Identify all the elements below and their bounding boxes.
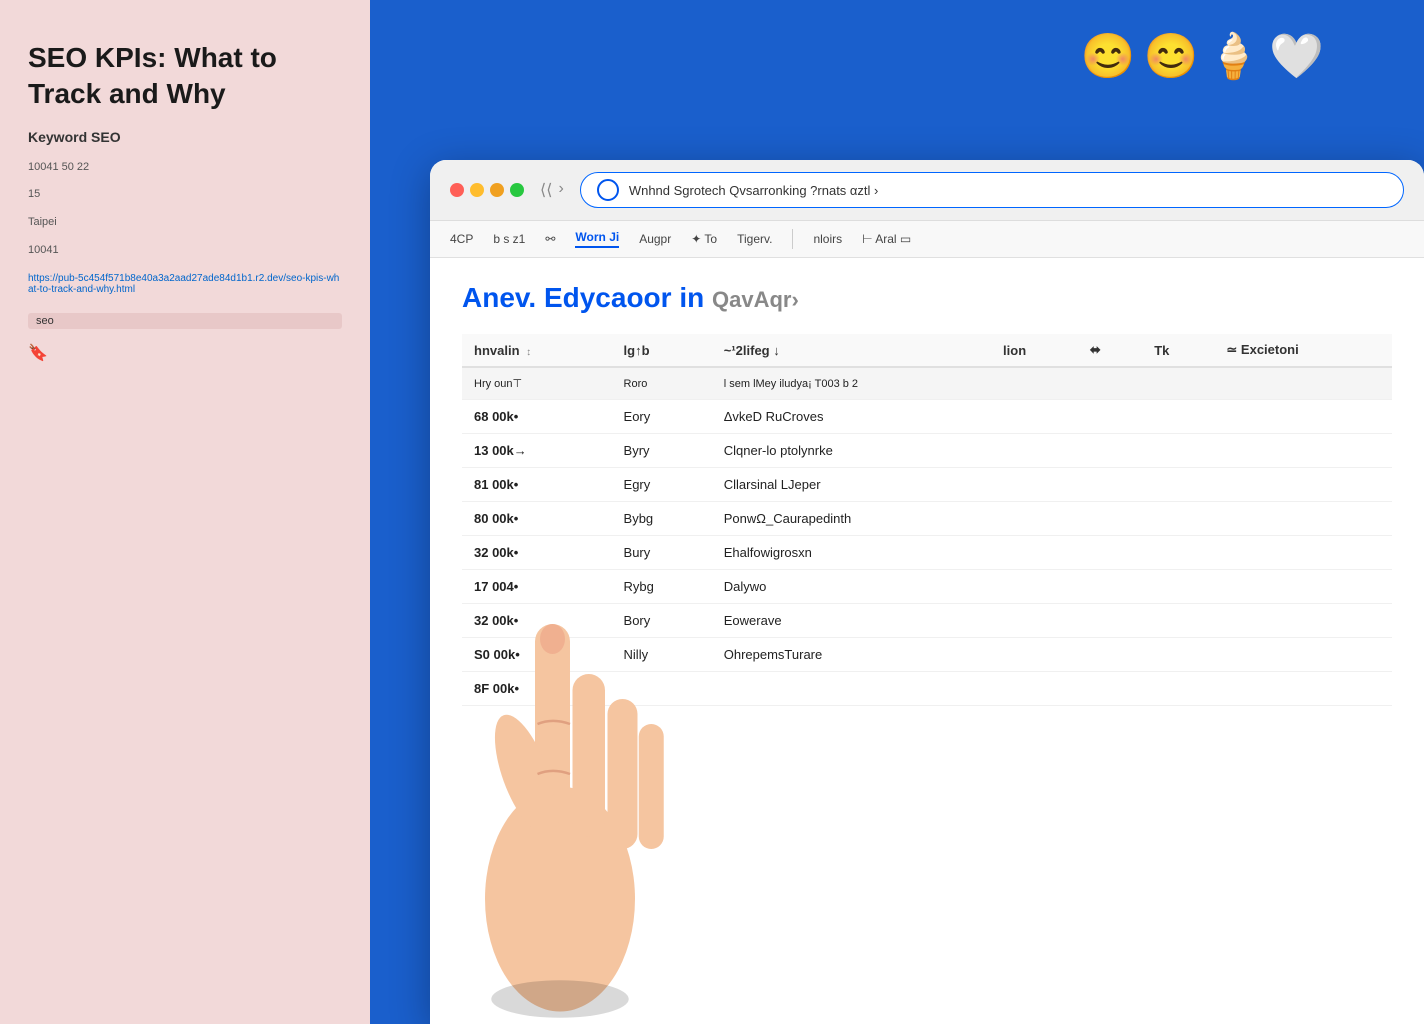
traffic-light-minimize[interactable] — [470, 183, 484, 197]
address-circle-icon — [597, 179, 619, 201]
back-icon[interactable]: ⟨⟨ — [540, 180, 552, 200]
table-row: S0 00k• Nilly OhrepemsTurare — [462, 638, 1392, 672]
table-row: 32 00k• Bory Eowerave — [462, 604, 1392, 638]
sidebar: SEO KPIs: What to Track and Why Keyword … — [0, 0, 370, 1024]
sidebar-subtitle: Keyword SEO — [28, 129, 342, 145]
top-icons: 😊 😊 🍦 🤍 — [1081, 30, 1324, 82]
browser-toolbar: 4CP b s z1 ⚯ Worn Ji Augpr ✦ To Tigerv. … — [430, 221, 1424, 258]
sidebar-meta-line1: 10041 50 22 — [28, 159, 342, 177]
data-table: hnvalin ↕ lg↑b ~¹2lifeg ↓ lion ⬌ Tk ≃ Ex… — [462, 334, 1392, 706]
cell-vol-4: 32 00k• — [462, 536, 612, 570]
toolbar-item-1[interactable]: b s z1 — [493, 232, 525, 246]
sidebar-bookmark-icon: 🔖 — [28, 343, 342, 363]
sidebar-tag: seo — [28, 313, 342, 329]
toolbar-item-augpr[interactable]: Augpr — [639, 232, 671, 246]
col-header-4: ⬌ — [1078, 334, 1142, 367]
table-row: 68 00k• Eory ΔvkeD RuCroves — [462, 400, 1392, 434]
emoji-face-4: 🤍 — [1269, 30, 1324, 82]
traffic-light-close[interactable] — [450, 183, 464, 197]
cell-name-2: Cllarsinal LJeper — [712, 468, 991, 502]
sidebar-meta-line4: 10041 — [28, 242, 342, 260]
toolbar-item-tiger[interactable]: Tigerv. — [737, 232, 772, 246]
cell-type-1: Byry — [612, 434, 712, 468]
cell-type-2: Egry — [612, 468, 712, 502]
col-header-3[interactable]: lion — [991, 334, 1078, 367]
subheader-col2: Roro — [612, 367, 712, 400]
browser-content: Anev. Edycaoor in QavAqr› hnvalin ↕ lg↑b… — [430, 258, 1424, 730]
col-header-2[interactable]: ~¹2lifeg ↓ — [712, 334, 991, 367]
cell-name-1: Clqner-lo ptolynrke — [712, 434, 991, 468]
table-header-row: hnvalin ↕ lg↑b ~¹2lifeg ↓ lion ⬌ Tk ≃ Ex… — [462, 334, 1392, 367]
cell-type-5: Rybg — [612, 570, 712, 604]
title-part1: Anev. — [462, 282, 544, 313]
subheader-col1: Hry oun⊤ — [462, 367, 612, 400]
table-row: 17 004• Rybg Dalywo — [462, 570, 1392, 604]
cell-name-7: OhrepemsTurare — [712, 638, 991, 672]
table-row: 13 00k→ Byry Clqner-lo ptolynrke — [462, 434, 1392, 468]
nav-arrows: ⟨⟨ › — [540, 180, 564, 200]
cell-vol-5: 17 004• — [462, 570, 612, 604]
sidebar-title: SEO KPIs: What to Track and Why — [28, 40, 342, 113]
cell-vol-8: 8F 00k• — [462, 672, 612, 706]
title-part3: in — [679, 282, 712, 313]
col-header-5: Tk — [1142, 334, 1214, 367]
col-header-0[interactable]: hnvalin ↕ — [462, 334, 612, 367]
toolbar-item-aral[interactable]: ⊢ Aral ▭ — [862, 232, 911, 246]
traffic-light-fullscreen[interactable] — [490, 183, 504, 197]
title-part2: Edycaoor — [544, 282, 679, 313]
browser-chrome: ⟨⟨ › Wnhnd Sgrotech Qvsarronking ?rnats … — [430, 160, 1424, 221]
cell-type-3: Bybg — [612, 502, 712, 536]
table-subheader-row: Hry oun⊤ Roro l sem lMey iludya¡ T003 b … — [462, 367, 1392, 400]
cell-name-8 — [712, 672, 991, 706]
cell-type-8 — [612, 672, 712, 706]
toolbar-separator — [792, 229, 793, 249]
toolbar-item-ta[interactable]: ✦ To — [691, 232, 717, 246]
col-header-6: ≃ Excietoni — [1214, 334, 1392, 367]
toolbar-item-nloirs[interactable]: nloirs — [813, 232, 842, 246]
cell-type-6: Bory — [612, 604, 712, 638]
address-text: Wnhnd Sgrotech Qvsarronking ?rnats αztl … — [629, 183, 879, 198]
sidebar-url[interactable]: https://pub-5c454f571b8e40a3a2aad27ade84… — [28, 273, 342, 295]
emoji-face-3: 🍦 — [1206, 30, 1261, 82]
cell-name-0: ΔvkeD RuCroves — [712, 400, 991, 434]
toolbar-item-2[interactable]: ⚯ — [545, 232, 555, 246]
title-part4: QavAqr› — [712, 287, 799, 312]
table-row: 80 00k• Bybg PonwΩ_Caurapedinth — [462, 502, 1392, 536]
cell-type-4: Bury — [612, 536, 712, 570]
cell-type-0: Eory — [612, 400, 712, 434]
cell-vol-1: 13 00k→ — [462, 434, 612, 468]
sidebar-meta-line3: Taipei — [28, 214, 342, 232]
table-row: 8F 00k• — [462, 672, 1392, 706]
cell-name-3: PonwΩ_Caurapedinth — [712, 502, 991, 536]
toolbar-item-0[interactable]: 4CP — [450, 232, 473, 246]
cell-name-6: Eowerave — [712, 604, 991, 638]
browser-window: ⟨⟨ › Wnhnd Sgrotech Qvsarronking ?rnats … — [430, 160, 1424, 1024]
cell-vol-7: S0 00k• — [462, 638, 612, 672]
cell-name-5: Dalywo — [712, 570, 991, 604]
forward-icon[interactable]: › — [558, 180, 563, 200]
content-title: Anev. Edycaoor in QavAqr› — [462, 282, 1392, 314]
cell-name-4: Ehalfowigrosxn — [712, 536, 991, 570]
cell-vol-2: 81 00k• — [462, 468, 612, 502]
table-row: 81 00k• Egry Cllarsinal LJeper — [462, 468, 1392, 502]
traffic-light-green[interactable] — [510, 183, 524, 197]
emoji-face-1: 😊 — [1081, 30, 1136, 82]
address-bar[interactable]: Wnhnd Sgrotech Qvsarronking ?rnats αztl … — [580, 172, 1404, 208]
traffic-lights — [450, 183, 524, 197]
cell-vol-6: 32 00k• — [462, 604, 612, 638]
subheader-col3: l sem lMey iludya¡ T003 b 2 — [712, 367, 1392, 400]
emoji-face-2: 😊 — [1144, 30, 1199, 82]
main-area: 😊 😊 🍦 🤍 ⟨⟨ › Wnhnd Sgrotech Qvsarronking… — [370, 0, 1424, 1024]
cell-vol-0: 68 00k• — [462, 400, 612, 434]
col-header-1[interactable]: lg↑b — [612, 334, 712, 367]
cell-type-7: Nilly — [612, 638, 712, 672]
table-row: 32 00k• Bury Ehalfowigrosxn — [462, 536, 1392, 570]
sidebar-meta-line2: 15 — [28, 186, 342, 204]
toolbar-item-worm[interactable]: Worn Ji — [575, 230, 619, 248]
cell-vol-3: 80 00k• — [462, 502, 612, 536]
